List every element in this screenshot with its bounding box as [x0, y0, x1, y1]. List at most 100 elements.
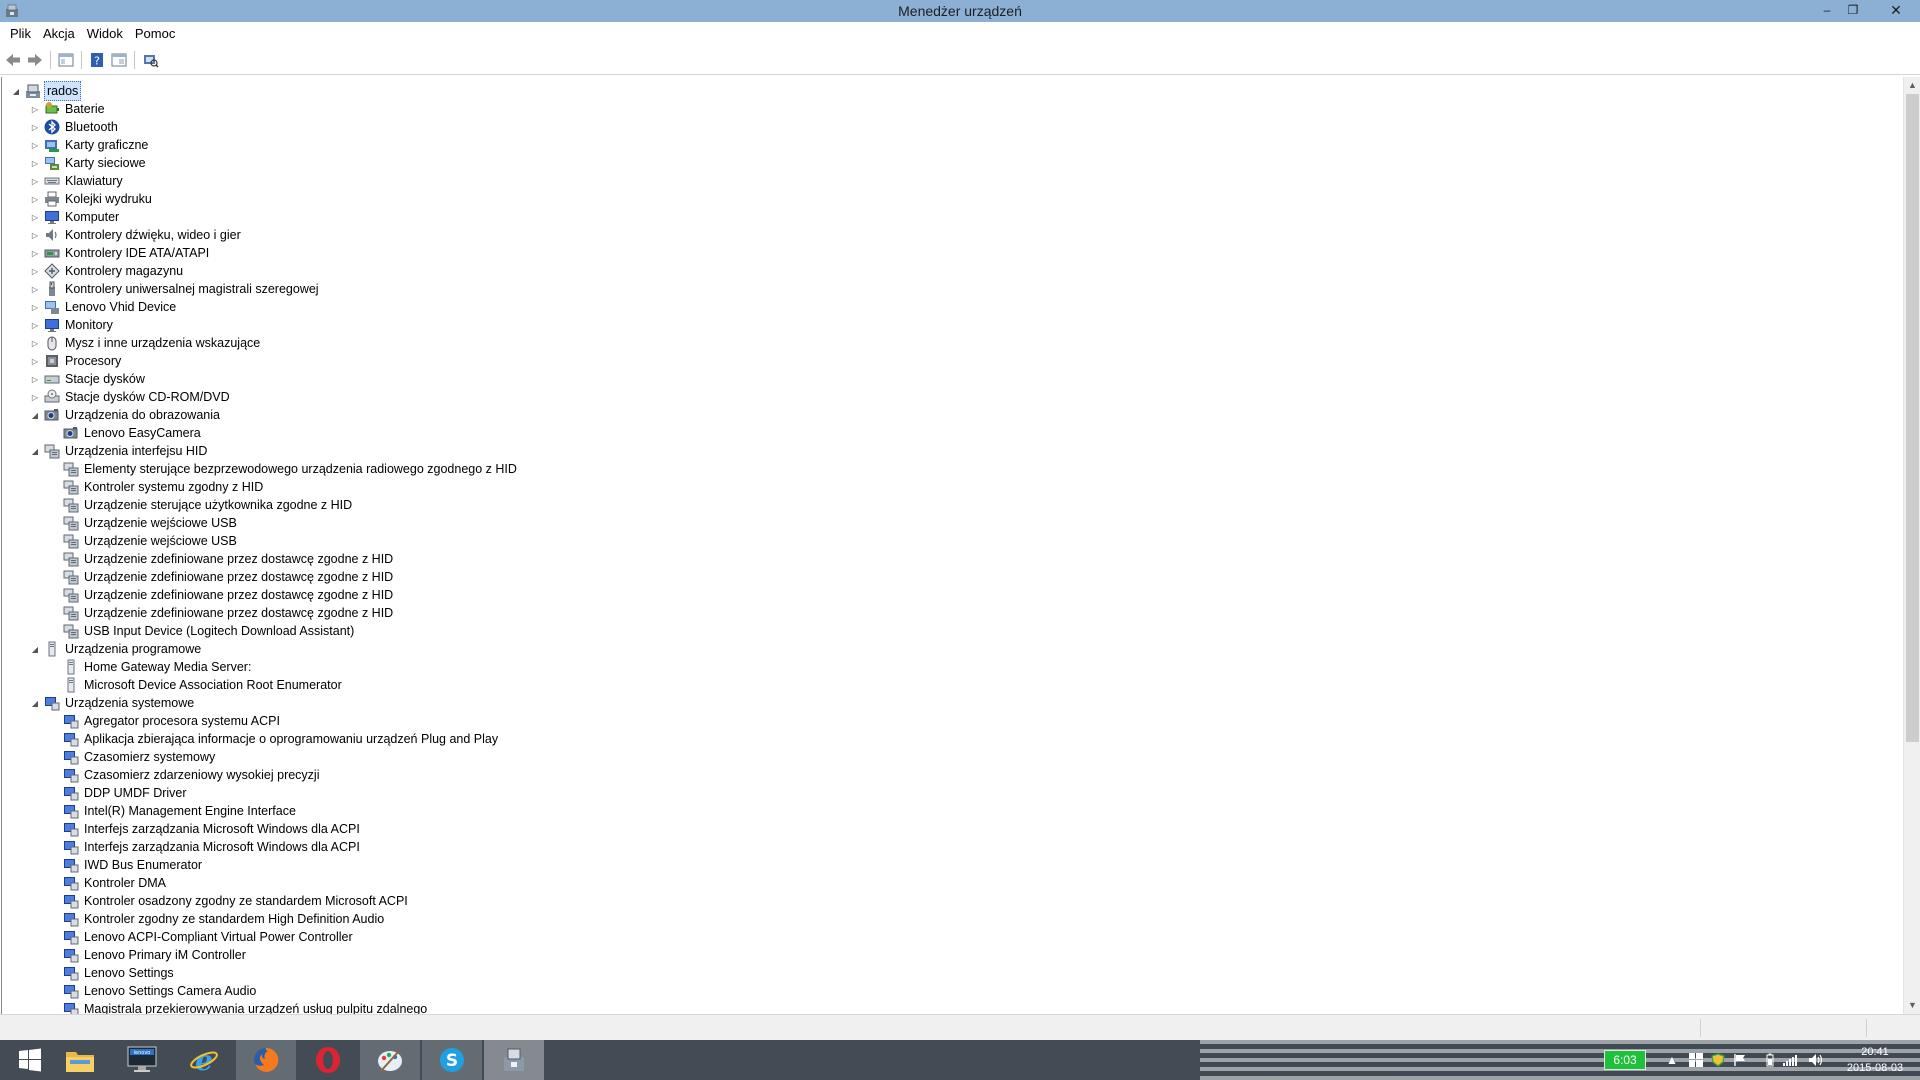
tree-device-item[interactable]: Urządzenie zdefiniowane przez dostawcę z…: [49, 604, 395, 622]
tree-device-item[interactable]: Urządzenie wejściowe USB: [49, 532, 239, 550]
tree-item-label[interactable]: Lenovo Settings Camera Audio: [82, 982, 258, 1000]
device-tree[interactable]: ◢ rados ▷ Baterie ▷ Bluetooth ▷ Karty graficzne…: [1, 77, 1903, 1014]
expand-triangle-icon[interactable]: ▷: [30, 370, 40, 388]
skype-icon[interactable]: S: [422, 1040, 482, 1080]
lenovo-app-icon[interactable]: lenovo: [112, 1040, 172, 1080]
tree-item-label[interactable]: Urządzenie wejściowe USB: [82, 514, 239, 532]
tree-item-label[interactable]: Klawiatury: [63, 172, 125, 190]
tree-item-label[interactable]: Urządzenie zdefiniowane przez dostawcę z…: [82, 604, 395, 622]
scroll-down-arrow-icon[interactable]: ▼: [1904, 997, 1920, 1014]
tree-item-label[interactable]: Elementy sterujące bezprzewodowego urząd…: [82, 460, 519, 478]
collapse-triangle-icon[interactable]: ◢: [30, 442, 40, 460]
tree-category-urza-dzenia-programowe[interactable]: ◢ Urządzenia programowe: [30, 640, 203, 658]
tree-category-baterie[interactable]: ▷ Baterie: [30, 100, 107, 118]
tree-device-item[interactable]: Lenovo ACPI-Compliant Virtual Power Cont…: [49, 928, 355, 946]
tree-device-item[interactable]: Interfejs zarządzania Microsoft Windows …: [49, 838, 362, 856]
tree-category-kontrolery-dz-wie-ku-wideo-i-gier[interactable]: ▷ Kontrolery dźwięku, wideo i gier: [30, 226, 243, 244]
tree-device-item[interactable]: Home Gateway Media Server:: [49, 658, 253, 676]
tree-device-item[interactable]: Kontroler systemu zgodny z HID: [49, 478, 265, 496]
expand-triangle-icon[interactable]: ▷: [30, 226, 40, 244]
expand-triangle-icon[interactable]: ▷: [30, 298, 40, 316]
tree-item-label[interactable]: Kontroler zgodny ze standardem High Defi…: [82, 910, 386, 928]
expand-triangle-icon[interactable]: ▷: [30, 352, 40, 370]
tree-item-label[interactable]: Urządzenia programowe: [63, 640, 203, 658]
tree-device-item[interactable]: IWD Bus Enumerator: [49, 856, 204, 874]
menu-plik[interactable]: Plik: [4, 22, 37, 45]
tree-item-label[interactable]: Komputer: [63, 208, 121, 226]
tree-device-item[interactable]: Intel(R) Management Engine Interface: [49, 802, 298, 820]
tree-category-kontrolery-magazynu[interactable]: ▷ Kontrolery magazynu: [30, 262, 185, 280]
expand-triangle-icon[interactable]: ▷: [30, 262, 40, 280]
tree-device-item[interactable]: Magistrala przekierowywania urządzeń usł…: [49, 1000, 429, 1014]
tree-device-item[interactable]: Urządzenie sterujące użytkownika zgodne …: [49, 496, 354, 514]
tree-item-label[interactable]: Kontrolery uniwersalnej magistrali szere…: [63, 280, 321, 298]
tree-category-stacje-dysko-w-cd-rom-dvd[interactable]: ▷ Stacje dysków CD-ROM/DVD: [30, 388, 232, 406]
tree-category-kontrolery-uniwersalnej-magistrali-szeregowej[interactable]: ▷ Kontrolery uniwersalnej magistrali szer…: [30, 280, 321, 298]
tree-device-item[interactable]: Urządzenie wejściowe USB: [49, 514, 239, 532]
volume-speaker-icon[interactable]: [1808, 1052, 1824, 1068]
tree-device-item[interactable]: Lenovo EasyCamera: [49, 424, 203, 442]
device-manager-icon[interactable]: [484, 1040, 544, 1080]
tree-item-label[interactable]: Interfejs zarządzania Microsoft Windows …: [82, 820, 362, 838]
expand-triangle-icon[interactable]: ▷: [30, 244, 40, 262]
security-shield-icon[interactable]: [1710, 1052, 1726, 1068]
tree-category-procesory[interactable]: ▷ Procesory: [30, 352, 123, 370]
tree-item-label[interactable]: Kontroler systemu zgodny z HID: [82, 478, 265, 496]
menu-akcja[interactable]: Akcja: [37, 22, 81, 45]
firefox-icon[interactable]: [236, 1040, 296, 1080]
tree-category-bluetooth[interactable]: ▷ Bluetooth: [30, 118, 120, 136]
tree-item-label[interactable]: Stacje dysków: [63, 370, 147, 388]
expand-triangle-icon[interactable]: ▷: [30, 154, 40, 172]
tree-item-label[interactable]: Kontroler DMA: [82, 874, 168, 892]
tree-item-label[interactable]: Karty graficzne: [63, 136, 150, 154]
tree-category-karty-graficzne[interactable]: ▷ Karty graficzne: [30, 136, 150, 154]
tree-device-item[interactable]: Lenovo Settings: [49, 964, 176, 982]
forward-arrow-icon[interactable]: [26, 51, 44, 69]
close-button[interactable]: ✕: [1872, 0, 1920, 22]
tree-category-urza-dzenia-do-obrazowania[interactable]: ◢ Urządzenia do obrazowania: [30, 406, 222, 424]
tree-device-item[interactable]: Agregator procesora systemu ACPI: [49, 712, 282, 730]
tree-category-karty-sieciowe[interactable]: ▷ Karty sieciowe: [30, 154, 148, 172]
restore-button[interactable]: ❐: [1840, 0, 1866, 22]
tree-item-label[interactable]: Mysz i inne urządzenia wskazujące: [63, 334, 262, 352]
vertical-scrollbar[interactable]: ▲ ▼: [1903, 77, 1920, 1014]
collapse-triangle-icon[interactable]: ◢: [11, 82, 21, 100]
tree-item-label[interactable]: Interfejs zarządzania Microsoft Windows …: [82, 838, 362, 856]
tree-item-label[interactable]: Kontroler osadzony zgodny ze standardem …: [82, 892, 410, 910]
tree-item-label[interactable]: USB Input Device (Logitech Download Assi…: [82, 622, 356, 640]
tree-item-label[interactable]: Urządzenia interfejsu HID: [63, 442, 209, 460]
tree-category-urza-dzenia-systemowe[interactable]: ◢ Urządzenia systemowe: [30, 694, 196, 712]
tree-device-item[interactable]: USB Input Device (Logitech Download Assi…: [49, 622, 356, 640]
internet-explorer-icon[interactable]: e: [174, 1040, 234, 1080]
tree-item-label[interactable]: Urządzenie zdefiniowane przez dostawcę z…: [82, 568, 395, 586]
tree-category-kontrolery-ide-ata-atapi[interactable]: ▷ Kontrolery IDE ATA/ATAPI: [30, 244, 211, 262]
tree-device-item[interactable]: Interfejs zarządzania Microsoft Windows …: [49, 820, 362, 838]
paint-icon[interactable]: [360, 1040, 420, 1080]
battery-time-indicator[interactable]: 6:03: [1604, 1050, 1646, 1070]
tree-device-item[interactable]: Urządzenie zdefiniowane przez dostawcę z…: [49, 568, 395, 586]
opera-icon[interactable]: [298, 1040, 358, 1080]
tree-device-item[interactable]: Urządzenie zdefiniowane przez dostawcę z…: [49, 586, 395, 604]
file-explorer-icon[interactable]: [50, 1040, 110, 1080]
expand-triangle-icon[interactable]: ▷: [30, 100, 40, 118]
tree-item-label[interactable]: Magistrala przekierowywania urządzeń usł…: [82, 1000, 429, 1014]
tree-item-label[interactable]: Kontrolery IDE ATA/ATAPI: [63, 244, 211, 262]
expand-triangle-icon[interactable]: ▷: [30, 280, 40, 298]
tree-device-item[interactable]: Czasomierz systemowy: [49, 748, 217, 766]
tree-item-label[interactable]: Kontrolery dźwięku, wideo i gier: [63, 226, 243, 244]
tree-category-urza-dzenia-interfejsu-hid[interactable]: ◢ Urządzenia interfejsu HID: [30, 442, 209, 460]
tree-item-label[interactable]: Urządzenie zdefiniowane przez dostawcę z…: [82, 550, 395, 568]
tree-device-item[interactable]: Aplikacja zbierająca informacje o oprogr…: [49, 730, 500, 748]
minimize-button[interactable]: –: [1814, 0, 1840, 22]
tree-item-label[interactable]: rados: [44, 81, 82, 101]
tree-item-label[interactable]: Procesory: [63, 352, 123, 370]
tree-item-label[interactable]: Bluetooth: [63, 118, 120, 136]
tree-item-label[interactable]: Czasomierz systemowy: [82, 748, 217, 766]
tree-device-item[interactable]: DDP UMDF Driver: [49, 784, 189, 802]
expand-triangle-icon[interactable]: ▷: [30, 118, 40, 136]
tree-category-klawiatury[interactable]: ▷ Klawiatury: [30, 172, 125, 190]
tree-device-item[interactable]: Kontroler DMA: [49, 874, 168, 892]
back-arrow-icon[interactable]: [4, 51, 22, 69]
expand-triangle-icon[interactable]: ▷: [30, 208, 40, 226]
collapse-triangle-icon[interactable]: ◢: [30, 694, 40, 712]
